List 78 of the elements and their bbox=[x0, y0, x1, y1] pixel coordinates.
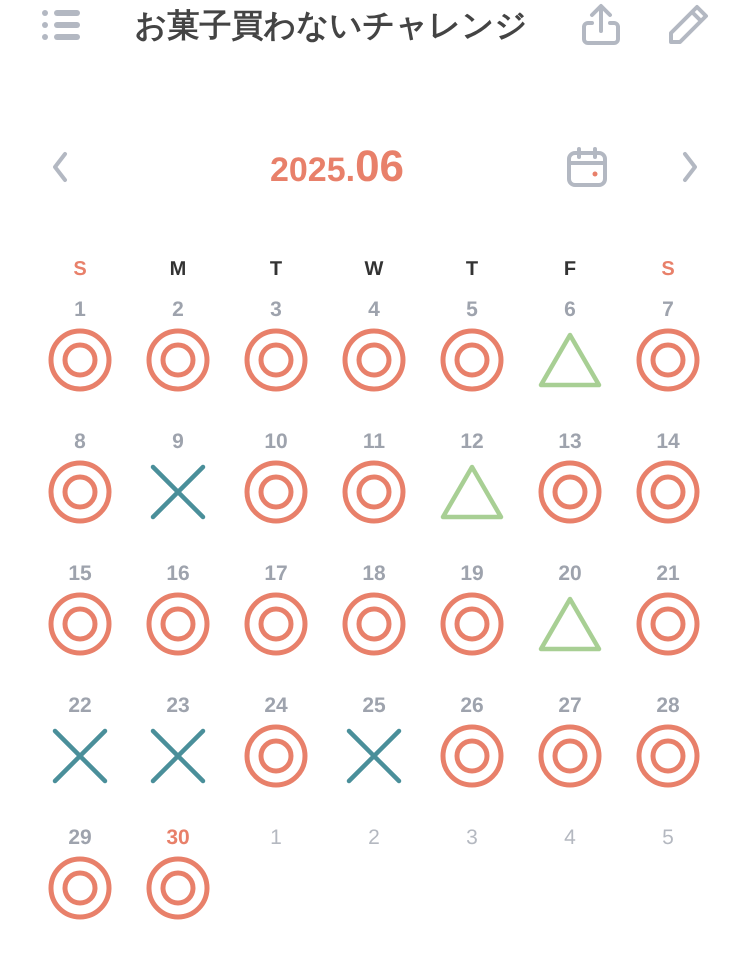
day-number[interactable]: 23 bbox=[166, 690, 190, 720]
weekday-label: S bbox=[661, 257, 675, 282]
double-circle-icon bbox=[341, 327, 407, 393]
triangle-icon bbox=[439, 463, 505, 521]
cross-icon bbox=[345, 727, 403, 785]
day-number[interactable]: 25 bbox=[362, 690, 386, 720]
day-number[interactable]: 16 bbox=[166, 558, 190, 588]
weekday-label: T bbox=[466, 257, 478, 282]
double-circle-icon bbox=[635, 591, 701, 657]
day-number[interactable]: 22 bbox=[68, 690, 92, 720]
day-number[interactable]: 11 bbox=[362, 426, 386, 456]
day-number[interactable]: 7 bbox=[662, 294, 674, 324]
calendar-icon[interactable] bbox=[566, 146, 608, 188]
double-circle-icon bbox=[47, 327, 113, 393]
double-circle-icon bbox=[635, 327, 701, 393]
day-number[interactable]: 18 bbox=[362, 558, 386, 588]
double-circle-icon bbox=[243, 591, 309, 657]
cross-icon bbox=[51, 727, 109, 785]
day-number[interactable]: 2 bbox=[368, 822, 380, 852]
day-number[interactable]: 6 bbox=[564, 294, 576, 324]
triangle-icon bbox=[537, 331, 603, 389]
day-number[interactable]: 14 bbox=[656, 426, 680, 456]
cross-icon bbox=[149, 727, 207, 785]
weekday-label: F bbox=[564, 257, 576, 282]
day-number[interactable]: 21 bbox=[656, 558, 680, 588]
double-circle-icon bbox=[243, 327, 309, 393]
weekday-label: M bbox=[170, 257, 186, 282]
double-circle-icon bbox=[635, 723, 701, 789]
double-circle-icon bbox=[439, 327, 505, 393]
double-circle-icon bbox=[439, 723, 505, 789]
day-number[interactable]: 24 bbox=[264, 690, 288, 720]
double-circle-icon bbox=[243, 459, 309, 525]
day-number[interactable]: 3 bbox=[466, 822, 478, 852]
day-number[interactable]: 27 bbox=[558, 690, 582, 720]
day-number[interactable]: 1 bbox=[74, 294, 86, 324]
double-circle-icon bbox=[341, 459, 407, 525]
day-number[interactable]: 2 bbox=[172, 294, 184, 324]
double-circle-icon bbox=[537, 723, 603, 789]
month-label: 06 bbox=[355, 141, 404, 193]
cross-icon bbox=[149, 463, 207, 521]
day-number[interactable]: 15 bbox=[68, 558, 92, 588]
day-number[interactable]: 13 bbox=[558, 426, 582, 456]
weekday-label: T bbox=[270, 257, 282, 282]
year-label: 2025. bbox=[270, 150, 356, 191]
triangle-icon bbox=[537, 595, 603, 653]
double-circle-icon bbox=[537, 459, 603, 525]
double-circle-icon bbox=[243, 723, 309, 789]
double-circle-icon bbox=[145, 327, 211, 393]
day-number[interactable]: 20 bbox=[558, 558, 582, 588]
day-number[interactable]: 12 bbox=[460, 426, 484, 456]
day-number[interactable]: 26 bbox=[460, 690, 484, 720]
day-number[interactable]: 5 bbox=[662, 822, 674, 852]
double-circle-icon bbox=[635, 459, 701, 525]
day-number[interactable]: 8 bbox=[74, 426, 86, 456]
double-circle-icon bbox=[47, 591, 113, 657]
day-number[interactable]: 10 bbox=[264, 426, 288, 456]
pencil-icon[interactable] bbox=[666, 3, 710, 47]
page-title: お菓子買わないチャレンジ bbox=[134, 6, 528, 45]
day-number[interactable]: 4 bbox=[564, 822, 576, 852]
double-circle-icon bbox=[47, 459, 113, 525]
double-circle-icon bbox=[145, 591, 211, 657]
day-number[interactable]: 17 bbox=[264, 558, 288, 588]
double-circle-icon bbox=[439, 591, 505, 657]
double-circle-icon bbox=[47, 855, 113, 921]
weekday-label: S bbox=[73, 257, 87, 282]
day-number[interactable]: 29 bbox=[68, 822, 92, 852]
day-number[interactable]: 30 bbox=[166, 822, 190, 852]
day-number[interactable]: 4 bbox=[368, 294, 380, 324]
day-number[interactable]: 19 bbox=[460, 558, 484, 588]
double-circle-icon bbox=[341, 591, 407, 657]
day-number[interactable]: 5 bbox=[466, 294, 478, 324]
share-icon[interactable] bbox=[580, 3, 622, 47]
day-number[interactable]: 1 bbox=[270, 822, 282, 852]
weekday-label: W bbox=[364, 257, 384, 282]
double-circle-icon bbox=[145, 855, 211, 921]
day-number[interactable]: 28 bbox=[656, 690, 680, 720]
day-number[interactable]: 3 bbox=[270, 294, 282, 324]
day-number[interactable]: 9 bbox=[172, 426, 184, 456]
